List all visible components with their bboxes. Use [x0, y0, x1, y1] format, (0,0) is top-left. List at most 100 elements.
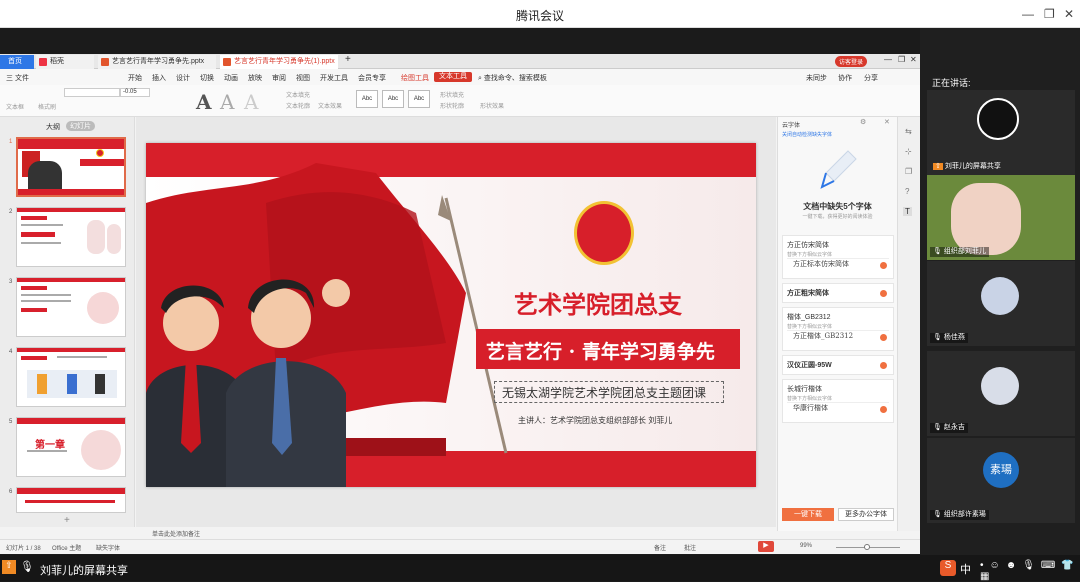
participant-tile[interactable]: 🎙 杨佳燕: [927, 261, 1075, 346]
notes-toggle[interactable]: 备注: [654, 543, 666, 552]
add-slide-icon[interactable]: +: [64, 515, 70, 526]
speaker-line: 主讲人：艺术学院团总支组织部部长 刘菲儿: [518, 416, 673, 425]
text-fill[interactable]: 文本填充: [286, 90, 310, 99]
shape-outline[interactable]: 形状轮廓: [440, 101, 464, 110]
mic-icon[interactable]: 🎙: [20, 560, 34, 573]
text-icon[interactable]: T: [903, 207, 912, 216]
slide-thumb-5[interactable]: 第一章: [16, 417, 126, 477]
menu-design[interactable]: 设计: [176, 73, 190, 83]
shape-effect[interactable]: 形状效果: [480, 101, 504, 110]
shape-fill[interactable]: 形状填充: [440, 90, 464, 99]
login-button[interactable]: 访客登录: [835, 56, 868, 67]
thumb-number: 5: [9, 419, 13, 425]
menu-view[interactable]: 视图: [296, 73, 310, 83]
sync-button[interactable]: 未同步: [806, 73, 827, 83]
more-fonts-button[interactable]: 更多办公字体: [838, 508, 894, 521]
menu-review[interactable]: 审阅: [272, 73, 286, 83]
ime-toolbar-icons[interactable]: •☺☻🎙⌨👕▦: [980, 560, 1080, 582]
help-icon[interactable]: ?: [905, 187, 909, 196]
title-bar: 腾讯会议 — ❐ ✕: [0, 0, 1080, 28]
minimize-icon[interactable]: —: [884, 55, 892, 64]
tab-pptx-1[interactable]: 艺言艺行青年学习勇争先.pptx: [98, 55, 216, 69]
missing-font-status[interactable]: 缺失字体: [96, 543, 120, 552]
menu-animation[interactable]: 动画: [224, 73, 238, 83]
tab-slides[interactable]: 幻灯片: [66, 121, 95, 131]
shape-style-1[interactable]: Abc: [356, 90, 378, 108]
menu-transition[interactable]: 切换: [200, 73, 214, 83]
notes-bar[interactable]: 单击此处添加备注: [136, 527, 776, 539]
font-brush-icon: [820, 150, 857, 189]
font-name-select[interactable]: [64, 88, 120, 97]
ime-mode[interactable]: 中: [960, 561, 971, 577]
menu-bar: 三 文件 开始 插入 设计 切换 动画 放映 审阅 视图 开发工具 会员专享 绘…: [0, 69, 920, 85]
download-all-button[interactable]: 一键下载: [782, 508, 834, 521]
share-button[interactable]: 分享: [864, 73, 878, 83]
close-icon[interactable]: ✕: [910, 55, 917, 64]
participant-tile[interactable]: 🎙 组织部刘菲儿: [927, 175, 1075, 260]
format-painter[interactable]: 格式刷: [38, 102, 56, 111]
slide[interactable]: 艺术学院团总支 艺言艺行 · 青年学习勇争先 无锡太湖学院艺术学院团总支主题团课…: [146, 143, 756, 487]
tab-home[interactable]: 首页: [0, 55, 34, 69]
tab-pptx-2[interactable]: 艺言艺行青年学习勇争先(1).pptx: [220, 55, 338, 69]
share-label: 刘菲儿的屏幕共享: [40, 565, 128, 577]
add-tab-icon[interactable]: +: [345, 54, 351, 65]
font-size-select[interactable]: -0.05: [120, 88, 150, 97]
slide-thumb-4[interactable]: [16, 347, 126, 407]
font-card[interactable]: 汉仪正圆-95W: [782, 355, 894, 375]
font-card[interactable]: 长城行楷体 替换下方相似云字体 华康行楷体: [782, 379, 894, 423]
font-card[interactable]: 方正仿宋简体 替换下方相似云字体 方正标本仿宋简体: [782, 235, 894, 279]
download-font-icon[interactable]: [880, 334, 887, 341]
menu-file[interactable]: 三 文件: [6, 73, 29, 83]
slide-thumb-3[interactable]: [16, 277, 126, 337]
text-style-a1[interactable]: A: [196, 90, 212, 114]
mic-off-icon: 🎙: [933, 511, 942, 518]
settings-icon[interactable]: ⚙: [860, 118, 866, 126]
participant-tile[interactable]: ⇧ 刘菲儿的屏幕共享: [927, 90, 1075, 175]
participant-tile[interactable]: 🎙 赵永吉: [927, 351, 1075, 436]
zoom-slider-handle[interactable]: [864, 544, 870, 550]
download-font-icon[interactable]: [880, 262, 887, 269]
avatar: [981, 367, 1019, 405]
textbox-tool[interactable]: 文本框: [6, 102, 24, 111]
pin-icon[interactable]: ⊹: [905, 147, 912, 156]
play-slideshow-icon[interactable]: ▶: [758, 541, 774, 552]
tab-outline[interactable]: 大纲: [46, 122, 60, 132]
download-font-icon[interactable]: [880, 406, 887, 413]
slide-thumb-6[interactable]: [16, 487, 126, 513]
menu-start[interactable]: 开始: [128, 73, 142, 83]
close-icon[interactable]: ✕: [884, 118, 890, 126]
slide-canvas: 艺术学院团总支 艺言艺行 · 青年学习勇争先 无锡太湖学院艺术学院团总支主题团课…: [136, 117, 776, 527]
tab-daoke[interactable]: 稻壳: [36, 55, 94, 69]
participant-tile[interactable]: 素瑒 🎙 组织部许素瑒: [927, 438, 1075, 523]
slide-thumb-2[interactable]: [16, 207, 126, 267]
comment-toggle[interactable]: 批注: [684, 543, 696, 552]
font-card[interactable]: 楷体_GB2312 替换下方相似云字体 方正楷体_GB2312: [782, 307, 894, 351]
text-style-a2[interactable]: A: [220, 90, 234, 114]
download-font-icon[interactable]: [880, 362, 887, 369]
shape-style-2[interactable]: Abc: [382, 90, 404, 108]
minimize-icon[interactable]: —: [1022, 7, 1034, 21]
menu-drawing-tools[interactable]: 绘图工具: [401, 73, 429, 83]
download-font-icon[interactable]: [880, 290, 887, 297]
menu-slideshow[interactable]: 放映: [248, 73, 262, 83]
menu-text-tools[interactable]: 文本工具: [434, 72, 472, 82]
text-style-a3[interactable]: A: [244, 90, 258, 114]
text-outline[interactable]: 文本轮廓: [286, 101, 310, 110]
menu-devtools[interactable]: 开发工具: [320, 73, 348, 83]
font-card[interactable]: 方正粗宋简体: [782, 283, 894, 303]
menu-insert[interactable]: 插入: [152, 73, 166, 83]
text-effect[interactable]: 文本效果: [318, 101, 342, 110]
avatar: 素瑒: [983, 452, 1019, 488]
menu-member[interactable]: 会员专享: [358, 73, 386, 83]
command-search[interactable]: ⌕ 查找命令、搜索模板: [478, 73, 547, 83]
ime-logo-icon[interactable]: S: [940, 560, 956, 576]
collab-button[interactable]: 协作: [838, 73, 852, 83]
copy-icon[interactable]: ❐: [905, 167, 912, 176]
restore-icon[interactable]: ❐: [1044, 7, 1055, 21]
close-icon[interactable]: ✕: [1064, 7, 1074, 21]
adjust-icon[interactable]: ⇆: [905, 127, 912, 136]
shape-style-3[interactable]: Abc: [408, 90, 430, 108]
disable-detect-link[interactable]: 关闭自动检测缺失字体: [782, 131, 832, 138]
restore-icon[interactable]: ❐: [898, 55, 905, 64]
slide-thumb-1[interactable]: [16, 137, 126, 197]
